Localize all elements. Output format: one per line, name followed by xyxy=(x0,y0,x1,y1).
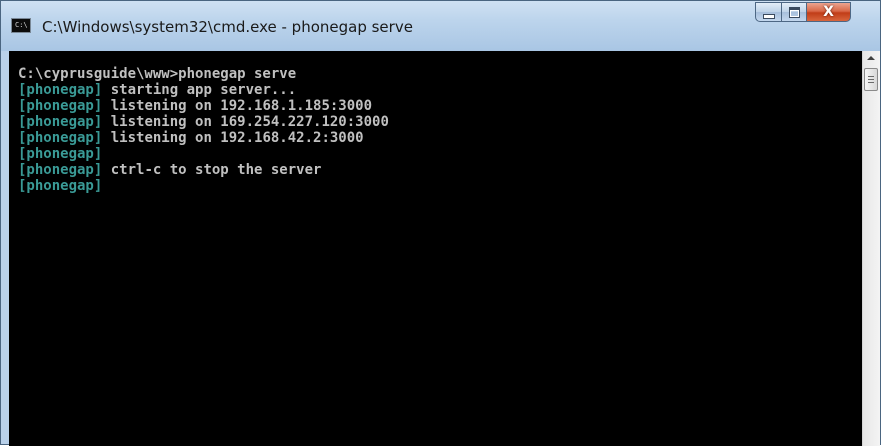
cmd-app-icon[interactable]: C:\ xyxy=(11,18,31,33)
console-line: [phonegap] listening on 192.168.42.2:300… xyxy=(18,130,389,146)
maximize-button[interactable] xyxy=(781,2,807,22)
console-line-tag: [phonegap] xyxy=(18,114,103,130)
console-line: [phonegap] starting app server... xyxy=(18,82,389,98)
console-line-text: C:\cyprusguide\www>phonegap serve xyxy=(18,66,297,82)
console-line: [phonegap] listening on 169.254.227.120:… xyxy=(18,114,389,130)
console-line-text: listening on 169.254.227.120:3000 xyxy=(102,114,389,130)
console-output[interactable]: C:\cyprusguide\www>phonegap serve [phoneg… xyxy=(9,51,862,446)
console-line-text: listening on 192.168.42.2:3000 xyxy=(102,130,364,146)
close-icon: X xyxy=(823,4,834,20)
cmd-app-icon-label: C:\ xyxy=(15,21,28,29)
cmd-window: C:\ C:\Windows\system32\cmd.exe - phoneg… xyxy=(0,0,881,446)
console-line-tag: [phonegap] xyxy=(18,162,103,178)
scroll-thumb-grip-icon xyxy=(868,79,874,80)
scroll-thumb[interactable] xyxy=(864,68,878,91)
console-line: [phonegap] ctrl-c to stop the server xyxy=(18,162,389,178)
console-line: C:\cyprusguide\www>phonegap serve xyxy=(18,66,389,82)
console-line-text: listening on 192.168.1.185:3000 xyxy=(102,98,373,114)
minimize-button[interactable] xyxy=(755,2,782,22)
console-line-tag: [phonegap] xyxy=(18,82,103,98)
console-line-tag: [phonegap] xyxy=(18,98,103,114)
console-lines: C:\cyprusguide\www>phonegap serve [phoneg… xyxy=(18,66,389,194)
arrow-up-icon[interactable] xyxy=(867,56,875,60)
minimize-icon xyxy=(762,13,775,19)
console-line: [phonegap] listening on 192.168.1.185:30… xyxy=(18,98,389,114)
console-line-tag: [phonegap] xyxy=(18,146,103,162)
console-line: [phonegap] xyxy=(18,146,389,162)
console-line-text: starting app server... xyxy=(102,82,297,98)
close-button[interactable]: X xyxy=(806,2,851,22)
scroll-thumb-grip-icon xyxy=(868,76,874,77)
title-bar[interactable]: C:\ C:\Windows\system32\cmd.exe - phoneg… xyxy=(1,1,880,51)
console-line-tag: [phonegap] xyxy=(18,178,103,194)
maximize-icon xyxy=(788,6,800,18)
console-line-tag: [phonegap] xyxy=(18,130,103,146)
scroll-thumb-grip-icon xyxy=(868,82,874,83)
console-line-text: ctrl-c to stop the server xyxy=(102,162,322,178)
window-title: C:\Windows\system32\cmd.exe - phonegap s… xyxy=(42,18,413,36)
console-line: [phonegap] xyxy=(18,178,389,194)
vertical-scrollbar[interactable] xyxy=(862,51,880,446)
